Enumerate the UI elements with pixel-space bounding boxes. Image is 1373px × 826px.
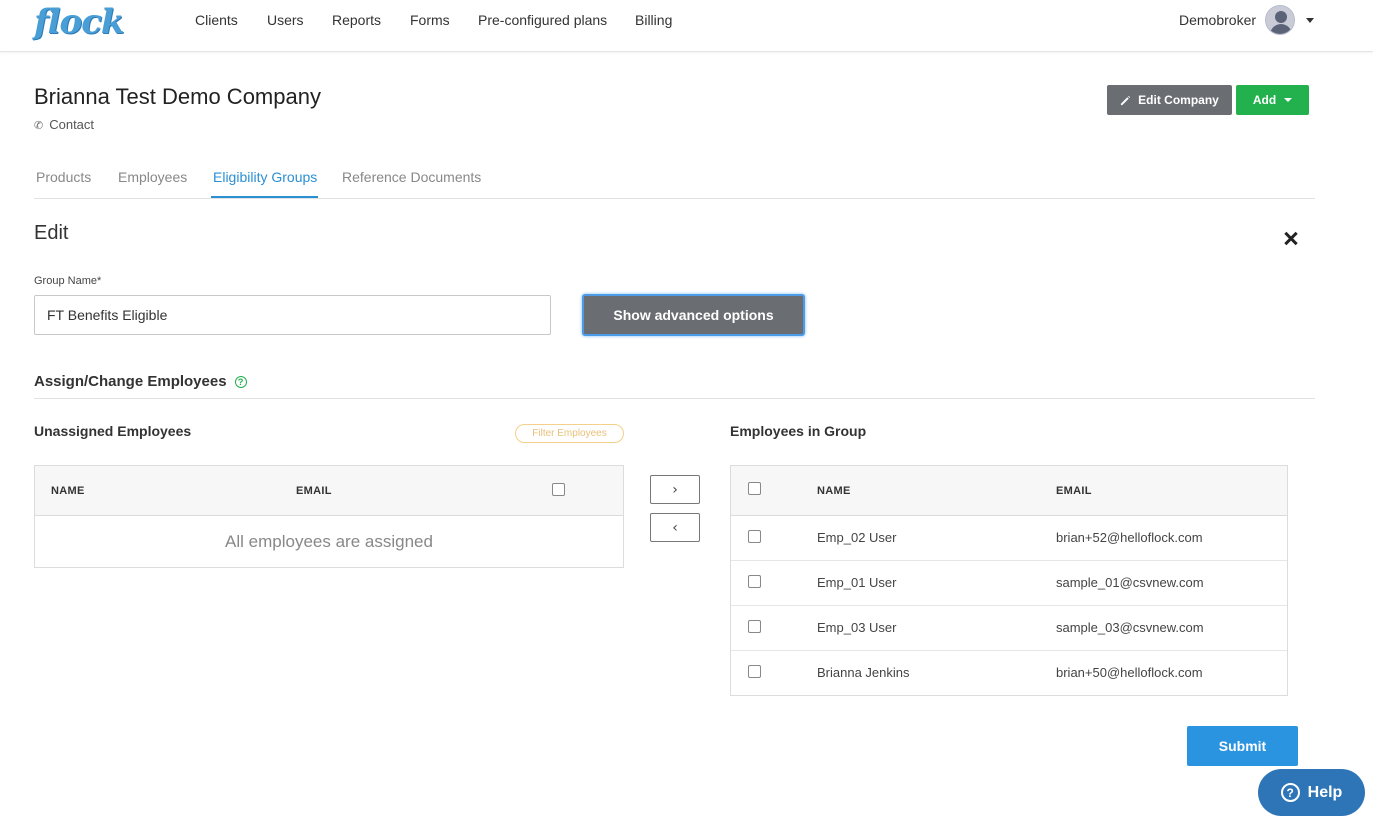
- chevron-right-icon: ›: [672, 481, 678, 498]
- avatar-head-shape: [1275, 11, 1287, 23]
- chevron-left-icon: ‹: [672, 519, 678, 536]
- help-label: Help: [1307, 783, 1343, 801]
- caret-down-icon: [1284, 98, 1293, 102]
- help-icon[interactable]: ?: [234, 375, 247, 388]
- employee-email: brian+50@helloflock.com: [1056, 665, 1203, 680]
- edit-company-label: Edit Company: [1138, 93, 1219, 107]
- group-employees-table: NAME EMAIL Emp_02 User brian+52@helloflo…: [730, 465, 1288, 696]
- top-navbar: flock Clients Users Reports Forms Pre-co…: [0, 0, 1373, 52]
- unassigned-employees-title: Unassigned Employees: [34, 423, 192, 439]
- employee-name: Brianna Jenkins: [817, 665, 910, 680]
- assign-employees-heading: Assign/Change Employees ?: [34, 373, 247, 390]
- table-header: NAME EMAIL: [35, 466, 623, 516]
- add-dropdown-button[interactable]: Add: [1236, 85, 1309, 115]
- tab-reference-documents[interactable]: Reference Documents: [342, 169, 481, 185]
- tab-eligibility-groups[interactable]: Eligibility Groups: [213, 169, 317, 185]
- user-avatar[interactable]: [1265, 5, 1295, 35]
- employee-name: Emp_01 User: [817, 575, 897, 590]
- row-checkbox[interactable]: [748, 620, 761, 633]
- table-row[interactable]: Emp_03 User sample_03@csvnew.com: [731, 606, 1287, 651]
- unassigned-employees-table: NAME EMAIL All employees are assigned: [34, 465, 624, 568]
- tab-products[interactable]: Products: [36, 169, 91, 185]
- column-header-name: NAME: [817, 485, 851, 497]
- tab-employees[interactable]: Employees: [118, 169, 187, 185]
- nav-clients[interactable]: Clients: [195, 12, 238, 28]
- move-right-button[interactable]: ›: [650, 475, 700, 504]
- submit-button[interactable]: Submit: [1187, 726, 1298, 766]
- show-advanced-options-button[interactable]: Show advanced options: [582, 294, 805, 336]
- pencil-icon: [1121, 95, 1131, 105]
- table-row[interactable]: Brianna Jenkins brian+50@helloflock.com: [731, 651, 1287, 696]
- close-icon[interactable]: [1282, 229, 1302, 249]
- move-left-button[interactable]: ‹: [650, 513, 700, 542]
- assign-employees-title: Assign/Change Employees: [34, 373, 227, 390]
- nav-preconfigured-plans[interactable]: Pre-configured plans: [478, 12, 607, 28]
- user-menu-caret-icon[interactable]: [1306, 18, 1314, 23]
- employee-name: Emp_03 User: [817, 620, 897, 635]
- question-circle-icon: ?: [1280, 783, 1300, 802]
- company-tabs: Products Employees Eligibility Groups Re…: [34, 160, 1315, 199]
- column-header-email: EMAIL: [296, 485, 332, 497]
- nav-reports[interactable]: Reports: [332, 12, 381, 28]
- company-title: Brianna Test Demo Company: [34, 84, 321, 109]
- select-all-unassigned-checkbox[interactable]: [552, 483, 565, 496]
- table-header: NAME EMAIL: [731, 466, 1287, 516]
- active-tab-indicator: [211, 196, 318, 198]
- edit-company-button[interactable]: Edit Company: [1107, 85, 1232, 115]
- group-name-input[interactable]: [34, 295, 551, 335]
- employee-email: sample_01@csvnew.com: [1056, 575, 1204, 590]
- avatar-body-shape: [1270, 24, 1292, 34]
- row-checkbox[interactable]: [748, 575, 761, 588]
- flock-logo[interactable]: flock: [34, 2, 124, 42]
- nav-forms[interactable]: Forms: [410, 12, 450, 28]
- nav-users[interactable]: Users: [267, 12, 304, 28]
- table-row[interactable]: Emp_02 User brian+52@helloflock.com: [731, 516, 1287, 561]
- add-label: Add: [1252, 93, 1277, 107]
- group-name-label: Group Name*: [34, 275, 102, 287]
- table-row[interactable]: Emp_01 User sample_01@csvnew.com: [731, 561, 1287, 606]
- empty-state-message: All employees are assigned: [225, 532, 433, 551]
- contact-link[interactable]: ✆ Contact: [34, 117, 94, 132]
- employee-email: sample_03@csvnew.com: [1056, 620, 1204, 635]
- column-header-email: EMAIL: [1056, 485, 1092, 497]
- column-header-name: NAME: [51, 485, 85, 497]
- user-name[interactable]: Demobroker: [1179, 12, 1256, 28]
- filter-employees-button[interactable]: Filter Employees: [515, 424, 624, 443]
- help-widget-button[interactable]: ? Help: [1258, 769, 1365, 816]
- edit-section-title: Edit: [34, 222, 69, 244]
- employee-email: brian+52@helloflock.com: [1056, 530, 1203, 545]
- row-checkbox[interactable]: [748, 530, 761, 543]
- employees-in-group-title: Employees in Group: [730, 423, 867, 439]
- section-divider: [34, 398, 1315, 399]
- contact-label: Contact: [49, 117, 95, 132]
- nav-billing[interactable]: Billing: [635, 12, 672, 28]
- select-all-group-checkbox[interactable]: [748, 482, 761, 495]
- phone-icon: ✆: [34, 120, 44, 132]
- row-checkbox[interactable]: [748, 665, 761, 678]
- employee-name: Emp_02 User: [817, 530, 897, 545]
